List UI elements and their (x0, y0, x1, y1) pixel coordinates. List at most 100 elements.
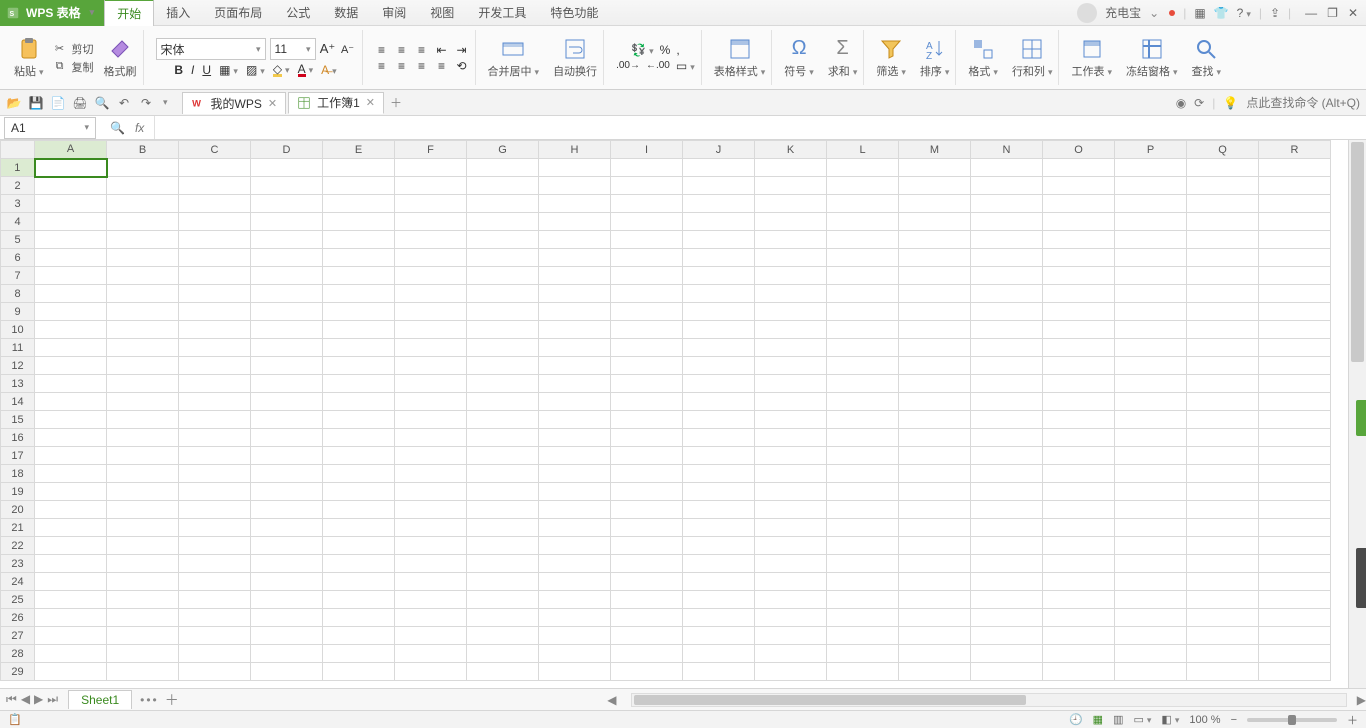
cell[interactable] (1259, 249, 1331, 267)
cell[interactable] (395, 177, 467, 195)
row-header[interactable]: 19 (1, 483, 35, 501)
cell[interactable] (611, 195, 683, 213)
cell[interactable] (35, 519, 107, 537)
cell[interactable] (827, 645, 899, 663)
row-header[interactable]: 27 (1, 627, 35, 645)
cell[interactable] (395, 663, 467, 681)
cell[interactable] (827, 429, 899, 447)
cell[interactable] (467, 555, 539, 573)
cell[interactable] (323, 159, 395, 177)
cell[interactable] (1043, 627, 1115, 645)
cell[interactable] (755, 447, 827, 465)
cell[interactable] (827, 177, 899, 195)
cell[interactable] (971, 393, 1043, 411)
cell[interactable] (611, 519, 683, 537)
cell[interactable] (179, 321, 251, 339)
cell[interactable] (755, 591, 827, 609)
cell[interactable] (683, 267, 755, 285)
menu-tab-6[interactable]: 视图 (418, 0, 466, 26)
cell[interactable] (467, 429, 539, 447)
cell[interactable] (467, 357, 539, 375)
cell[interactable] (107, 573, 179, 591)
row-header[interactable]: 14 (1, 393, 35, 411)
cell[interactable] (611, 249, 683, 267)
row-header[interactable]: 2 (1, 177, 35, 195)
percent-icon[interactable]: % (660, 43, 671, 57)
row-header[interactable]: 29 (1, 663, 35, 681)
tab-my-wps[interactable]: W 我的WPS ✕ (182, 92, 287, 114)
cell[interactable] (1043, 519, 1115, 537)
cell[interactable] (35, 483, 107, 501)
cell[interactable] (899, 195, 971, 213)
cell[interactable] (683, 303, 755, 321)
cell[interactable] (1115, 573, 1187, 591)
column-header[interactable]: A (35, 141, 107, 159)
cell[interactable] (467, 393, 539, 411)
cell[interactable] (251, 159, 323, 177)
cell[interactable] (251, 537, 323, 555)
cell[interactable] (539, 375, 611, 393)
row-header[interactable]: 4 (1, 213, 35, 231)
history-icon[interactable]: 🕘 (1069, 713, 1083, 726)
cell[interactable] (107, 483, 179, 501)
cell[interactable] (1043, 411, 1115, 429)
cell[interactable] (1259, 159, 1331, 177)
cell[interactable] (827, 663, 899, 681)
minimize-button[interactable]: — (1305, 6, 1317, 20)
cell[interactable] (35, 357, 107, 375)
cell[interactable] (1187, 465, 1259, 483)
freeze-button[interactable]: 冻结窗格▾ (1126, 37, 1178, 79)
cell[interactable] (323, 591, 395, 609)
cell[interactable] (971, 159, 1043, 177)
cell[interactable] (611, 627, 683, 645)
cell[interactable] (467, 519, 539, 537)
cell[interactable] (323, 465, 395, 483)
cell[interactable] (539, 411, 611, 429)
cell[interactable] (35, 447, 107, 465)
cell[interactable] (107, 357, 179, 375)
italic-button[interactable]: I (191, 63, 194, 77)
cell[interactable] (1187, 249, 1259, 267)
cell[interactable] (539, 213, 611, 231)
search-function-icon[interactable]: 🔍 (110, 121, 125, 135)
cell[interactable] (1259, 537, 1331, 555)
cell[interactable] (899, 609, 971, 627)
cell[interactable] (539, 609, 611, 627)
cell[interactable] (35, 339, 107, 357)
cell[interactable] (395, 591, 467, 609)
cell[interactable] (539, 177, 611, 195)
cell[interactable] (827, 483, 899, 501)
tab-workbook[interactable]: 工作簿1 ✕ (288, 92, 384, 114)
cell[interactable] (611, 375, 683, 393)
underline-button[interactable]: U (202, 63, 211, 77)
cell[interactable] (323, 321, 395, 339)
align-right-icon[interactable]: ≡ (415, 59, 429, 73)
cell[interactable] (899, 357, 971, 375)
cell[interactable] (683, 357, 755, 375)
cell[interactable] (827, 231, 899, 249)
cell[interactable] (1043, 213, 1115, 231)
cell[interactable] (179, 537, 251, 555)
cell[interactable] (1259, 357, 1331, 375)
clear-format-button[interactable]: A̶▾ (321, 63, 337, 77)
cell[interactable] (1187, 303, 1259, 321)
cell[interactable] (395, 285, 467, 303)
cell[interactable] (107, 231, 179, 249)
skin-icon[interactable]: ▦ (1194, 6, 1205, 20)
cell[interactable] (539, 447, 611, 465)
cell[interactable] (1043, 537, 1115, 555)
cell[interactable] (1259, 483, 1331, 501)
cell[interactable] (1115, 393, 1187, 411)
increase-font-icon[interactable]: A⁺ (320, 41, 336, 57)
cell[interactable] (971, 321, 1043, 339)
copy-button[interactable]: ⧉复制 (52, 59, 94, 75)
cell[interactable] (1259, 411, 1331, 429)
cell[interactable] (467, 285, 539, 303)
row-header[interactable]: 3 (1, 195, 35, 213)
cell[interactable] (395, 231, 467, 249)
cell[interactable] (467, 537, 539, 555)
cell[interactable] (179, 483, 251, 501)
cell[interactable] (1259, 231, 1331, 249)
cell[interactable] (827, 357, 899, 375)
cell[interactable] (1187, 321, 1259, 339)
